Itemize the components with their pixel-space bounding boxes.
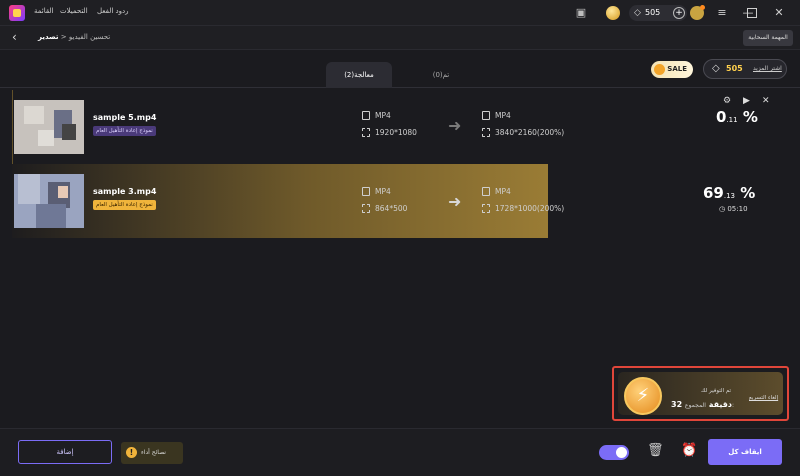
video-thumbnail bbox=[14, 174, 84, 228]
task-row: sample 3.mp4 نموذج إعادة التأهيل العام M… bbox=[12, 164, 788, 238]
app-logo-icon bbox=[9, 5, 25, 21]
gem-count: 505 bbox=[645, 8, 661, 17]
file-icon bbox=[482, 187, 490, 196]
target-resolution: 1728*1000(200%) bbox=[482, 204, 564, 213]
breadcrumb-bar: ‹ تحسين الفيديو < تصدير المهمة السحابية bbox=[0, 26, 800, 50]
breadcrumb-parent[interactable]: تحسين الفيديو bbox=[69, 33, 110, 41]
breadcrumb: تحسين الفيديو < تصدير bbox=[38, 33, 110, 41]
resolution-icon bbox=[482, 128, 490, 137]
breadcrumb-current: تصدير bbox=[38, 33, 59, 41]
coin-icon[interactable] bbox=[606, 6, 620, 20]
diamond-icon: ◇ bbox=[634, 8, 641, 18]
trash-icon[interactable]: 🗑 bbox=[647, 443, 664, 458]
progress-percent: 0.11 % bbox=[716, 108, 758, 126]
target-resolution: 3840*2160(200%) bbox=[482, 128, 564, 137]
clock-icon: ◷ bbox=[719, 205, 726, 213]
resolution-icon bbox=[362, 204, 370, 213]
time-remaining: ◷ 05:10 bbox=[719, 205, 748, 213]
cancel-acceleration-link[interactable]: إلغاء التسريع bbox=[749, 395, 778, 401]
breadcrumb-separator: < bbox=[60, 33, 67, 41]
model-tag: نموذج إعادة التأهيل العام bbox=[93, 200, 156, 210]
menu-item-downloads[interactable]: التحميلات bbox=[60, 7, 88, 15]
play-icon[interactable]: ▶ bbox=[743, 96, 750, 106]
file-icon bbox=[362, 111, 370, 120]
source-resolution: 864*500 bbox=[362, 204, 407, 213]
gem-balance: 505 bbox=[726, 64, 743, 73]
tab-done[interactable]: تم(0) bbox=[408, 62, 474, 88]
screen-icon[interactable]: ▣ bbox=[574, 6, 588, 20]
title-bar: القائمة التحميلات ردود الفعل ▣ ◇ 505 + ≡… bbox=[0, 0, 800, 26]
lightning-icon: ⚡ bbox=[624, 377, 662, 415]
add-gems-icon[interactable]: + bbox=[673, 7, 685, 19]
diamond-icon: ◇ bbox=[712, 63, 720, 74]
savings-total: 32 دقيقة المجموع: bbox=[671, 400, 734, 409]
arrow-right-icon: ➜ bbox=[448, 116, 462, 135]
add-button[interactable]: إضافة bbox=[18, 440, 112, 464]
target-format: MP4 bbox=[482, 187, 511, 196]
gem-counter[interactable]: ◇ 505 + bbox=[629, 5, 687, 21]
back-chevron-icon[interactable]: ‹ bbox=[12, 30, 17, 44]
performance-tips-button[interactable]: ! نصائح أداء bbox=[121, 442, 183, 464]
close-window-icon[interactable]: ✕ bbox=[770, 4, 788, 22]
menu-item-list[interactable]: القائمة bbox=[34, 7, 54, 15]
bottom-bar: إضافة ! نصائح أداء 🗑 ⏰ ايقاف كل bbox=[0, 428, 800, 476]
sale-badge[interactable]: SALE bbox=[651, 61, 693, 78]
video-thumbnail bbox=[14, 100, 84, 154]
cloud-task-button[interactable]: المهمة السحابية bbox=[743, 30, 793, 46]
file-icon bbox=[482, 111, 490, 120]
warning-icon: ! bbox=[126, 447, 137, 458]
model-tag: نموذج إعادة التأهيل العام bbox=[93, 126, 156, 136]
progress-percent: 69.13 % bbox=[703, 184, 756, 202]
notify-toggle[interactable] bbox=[599, 445, 629, 460]
task-row: sample 5.mp4 نموذج إعادة التأهيل العام M… bbox=[12, 90, 788, 164]
target-format: MP4 bbox=[482, 111, 511, 120]
menu-icon[interactable]: ≡ bbox=[713, 4, 731, 22]
resolution-icon bbox=[482, 204, 490, 213]
avatar[interactable] bbox=[690, 5, 705, 20]
source-format: MP4 bbox=[362, 111, 391, 120]
maximize-box[interactable] bbox=[747, 8, 757, 18]
remove-row-icon[interactable]: ✕ bbox=[762, 96, 770, 106]
alarm-clock-icon[interactable]: ⏰ bbox=[681, 443, 697, 458]
arrow-right-icon: ➜ bbox=[448, 192, 462, 211]
stop-all-button[interactable]: ايقاف كل bbox=[708, 439, 782, 465]
row-progress-fill bbox=[12, 90, 13, 164]
settings-gear-icon[interactable]: ⚙ bbox=[723, 96, 731, 106]
savings-panel: تم التوفير لك 32 دقيقة المجموع: إلغاء ال… bbox=[612, 366, 789, 421]
resolution-icon bbox=[362, 128, 370, 137]
buy-more-link[interactable]: اشتر المزيد bbox=[753, 60, 782, 78]
file-name: sample 5.mp4 bbox=[93, 113, 157, 122]
tab-processing[interactable]: معالجة(2) bbox=[326, 62, 392, 88]
menu-item-feedback[interactable]: ردود الفعل bbox=[97, 7, 129, 15]
file-name: sample 3.mp4 bbox=[93, 187, 157, 196]
file-icon bbox=[362, 187, 370, 196]
savings-label: تم التوفير لك bbox=[701, 388, 732, 394]
source-resolution: 1920*1080 bbox=[362, 128, 417, 137]
gem-purchase-pill[interactable]: ◇ 505 اشتر المزيد bbox=[703, 59, 787, 79]
source-format: MP4 bbox=[362, 187, 391, 196]
